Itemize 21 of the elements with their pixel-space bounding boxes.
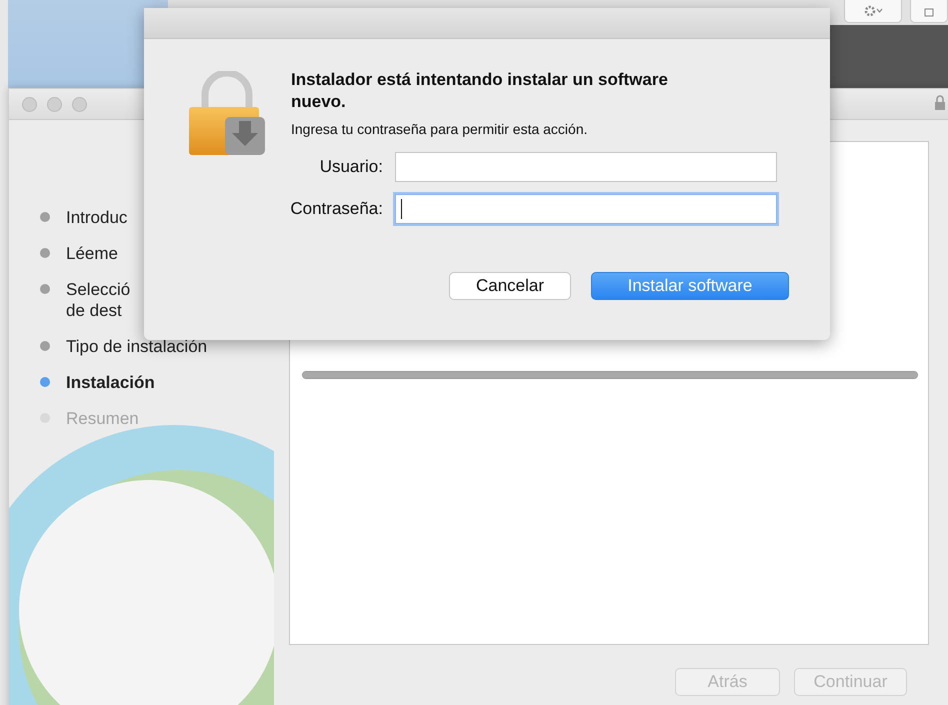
- text-cursor: [401, 199, 402, 219]
- step-label: Tipo de instalación: [66, 336, 208, 357]
- step-label: Introduc: [66, 207, 128, 228]
- step-label: Instalación: [66, 372, 155, 393]
- lock-icon: [934, 95, 946, 111]
- gear-icon[interactable]: [844, 0, 902, 23]
- minimize-button[interactable]: [47, 96, 62, 112]
- dialog-button[interactable]: Instalar software: [591, 272, 789, 300]
- input-field[interactable]: [395, 152, 777, 182]
- dialog-message: Ingresa tu contraseña para permitir esta acción.: [291, 121, 588, 137]
- input-field[interactable]: [395, 194, 777, 224]
- dialog-button[interactable]: Cancelar: [449, 272, 571, 300]
- step-label: Resumen: [66, 408, 139, 429]
- field-label: Contraseña:: [289, 199, 383, 219]
- zoom-button[interactable]: [72, 96, 87, 112]
- step-label: Léeme: [66, 243, 118, 264]
- field-label: Usuario:: [318, 157, 383, 177]
- dialog-title: Instalador está intentando instalar un software nuevo.: [291, 69, 669, 113]
- close-button[interactable]: [22, 96, 37, 112]
- lock-icon: [187, 71, 267, 157]
- step-label: Selecció de dest: [66, 279, 130, 321]
